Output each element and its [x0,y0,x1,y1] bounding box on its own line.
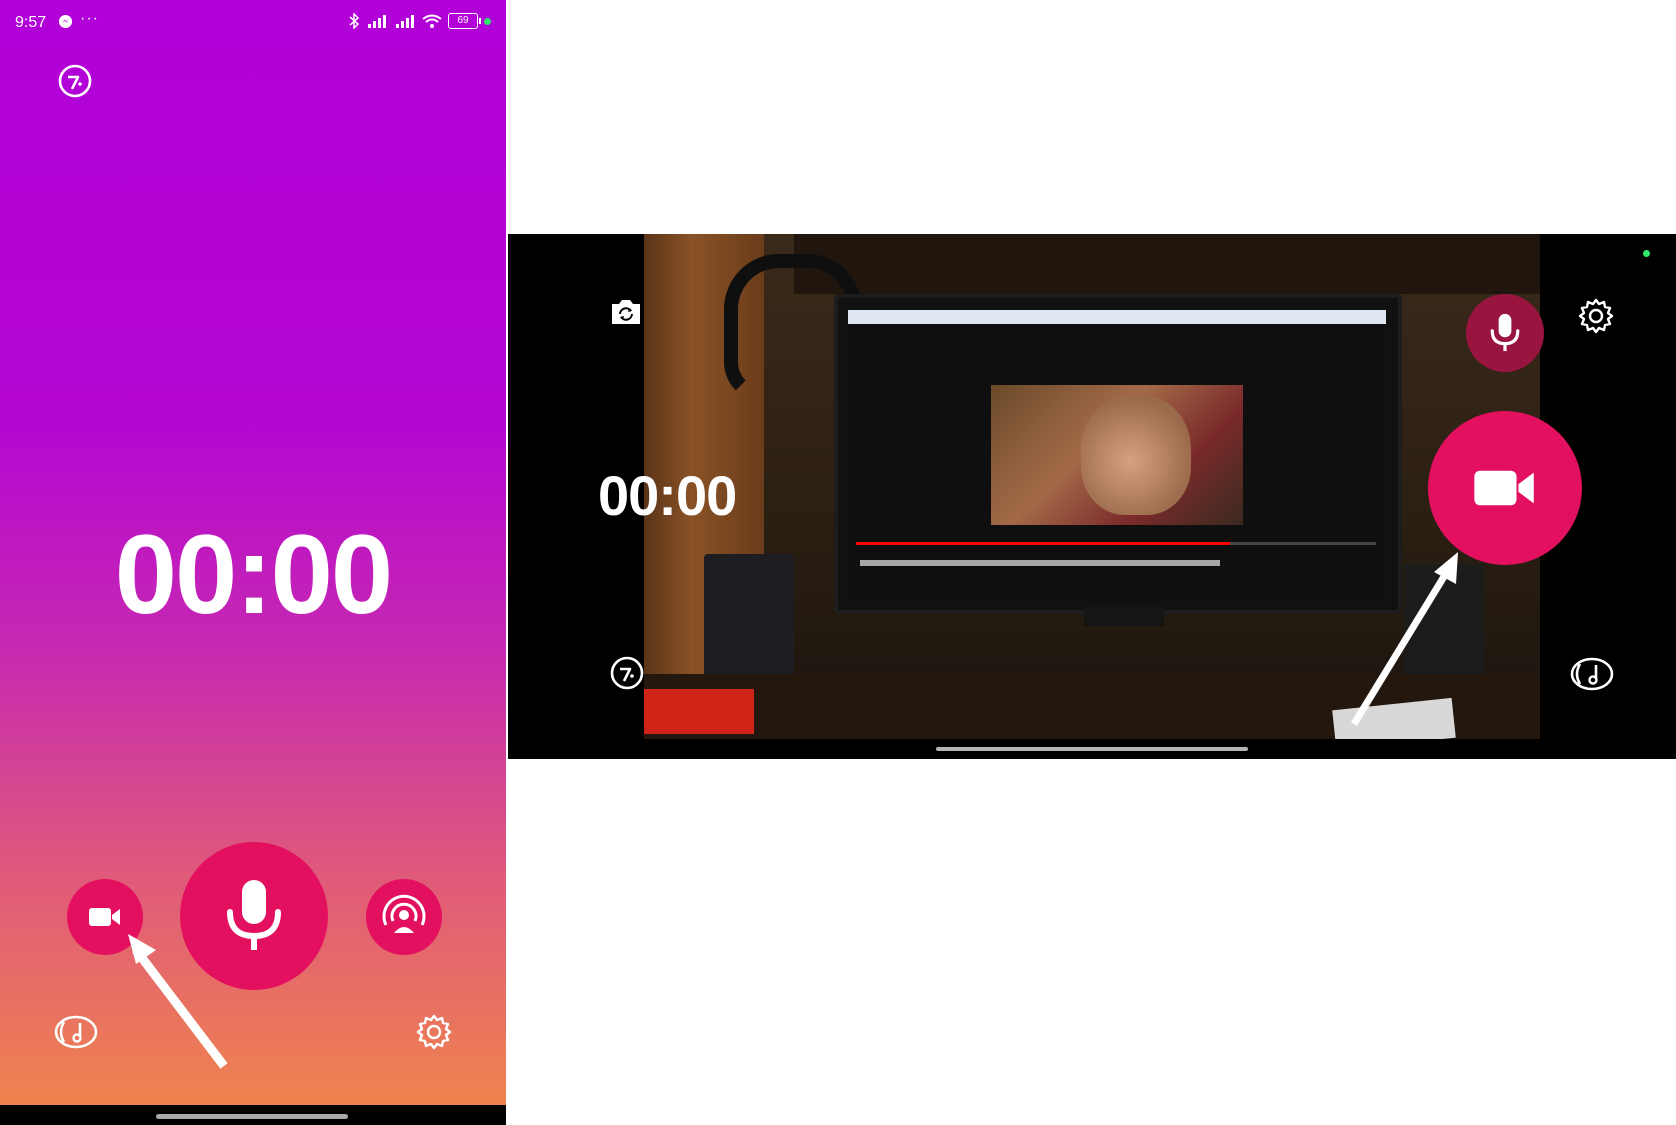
signal-icon-2 [394,14,416,28]
settings-button[interactable] [1576,296,1616,336]
switch-camera-button[interactable] [608,296,644,328]
status-icons: 69 [348,13,491,29]
tuner-icon [57,63,93,99]
more-notifications-icon: ··· [80,10,99,27]
gear-icon [1577,297,1615,335]
annotation-arrow [128,934,228,1069]
music-note-icon [53,1014,99,1050]
audio-mode-button[interactable] [1466,294,1544,372]
monitor-in-view [834,294,1402,614]
microphone-icon [1488,312,1522,354]
status-bar: 9:57 ··· 69 [0,0,506,44]
tuner-button[interactable] [608,654,646,692]
battery-indicator: 69 [448,13,481,29]
tuner-icon [609,655,645,691]
wifi-icon [422,14,442,28]
annotation-arrow [1351,552,1458,726]
gear-icon [415,1013,453,1051]
bluetooth-icon [348,13,360,29]
music-note-icon [1569,656,1615,692]
record-video-button[interactable] [1428,411,1582,565]
live-stream-button[interactable] [366,879,442,955]
portrait-recorder-screen: 9:57 ··· 69 00:00 [0,0,506,1125]
landscape-video-recorder-screen: 00:00 [508,234,1676,759]
tuner-button[interactable] [56,62,94,100]
live-broadcast-icon [374,887,434,947]
music-button[interactable] [52,1012,100,1052]
status-time: 9:57 [15,14,47,31]
video-camera-icon [1472,465,1538,511]
messenger-icon [58,14,73,29]
home-indicator[interactable] [936,747,1248,751]
recording-timer: 00:00 [598,464,737,527]
settings-button[interactable] [414,1012,454,1052]
signal-icon [366,14,388,28]
music-button[interactable] [1568,654,1616,694]
privacy-indicator-dot [484,17,491,25]
privacy-indicator-dot [1643,250,1650,257]
home-indicator[interactable] [156,1114,348,1119]
recording-timer: 00:00 [114,512,393,637]
switch-camera-icon [609,297,643,327]
